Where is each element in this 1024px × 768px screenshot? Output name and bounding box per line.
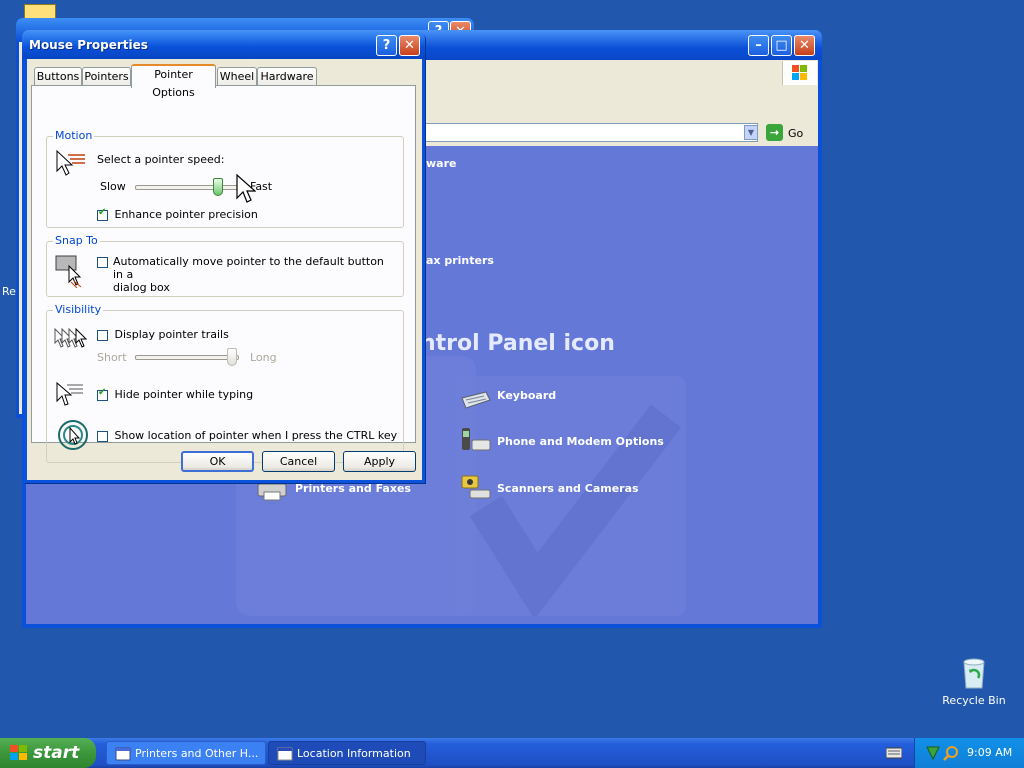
snap-to-checkbox[interactable] (97, 257, 108, 268)
ok-button[interactable]: OK (181, 451, 254, 472)
dialog-close-button[interactable]: ✕ (399, 35, 420, 56)
dialog-titlebar[interactable]: Mouse Properties ? ✕ (24, 32, 425, 59)
pointer-trails-option[interactable]: Display pointer trails (97, 328, 229, 342)
network-tray-icon[interactable] (925, 745, 941, 761)
start-button[interactable]: start (0, 738, 96, 768)
cp-partial-item-printers[interactable]: ax printers (426, 254, 494, 267)
windows-flag-icon (782, 61, 817, 85)
close-button[interactable]: ✕ (794, 35, 815, 56)
go-arrow-icon: → (766, 124, 783, 141)
speed-slider-thumb[interactable] (213, 178, 223, 196)
scanner-icon (461, 475, 491, 499)
cp-item-label: Phone and Modem Options (497, 435, 664, 448)
speed-label: Select a pointer speed: (97, 153, 225, 166)
pointer-speed-slider[interactable] (135, 178, 239, 200)
task-label: Location Information (297, 747, 411, 760)
snap-to-group: Snap To Automatically move pointer to th… (46, 234, 404, 297)
mouse-cursor-icon (236, 174, 256, 203)
keyboard-language-icon[interactable] (886, 746, 902, 760)
address-dropdown-button[interactable]: ▼ (744, 125, 758, 140)
hide-pointer-option[interactable]: Hide pointer while typing (97, 387, 254, 402)
minimize-button[interactable]: – (748, 35, 769, 56)
ctrl-locate-icon (58, 420, 88, 450)
enhance-precision-option[interactable]: Enhance pointer precision (97, 207, 258, 222)
short-label: Short (97, 351, 127, 364)
pointer-trails-label: Display pointer trails (114, 328, 229, 341)
dialog-body: Buttons Pointers Pointer Options Wheel H… (27, 59, 422, 480)
start-label: start (33, 743, 80, 763)
visibility-group: Visibility Display pointer trails Short … (46, 303, 404, 463)
cp-item-label: Keyboard (497, 389, 557, 402)
pointer-trails-slider[interactable] (135, 348, 239, 370)
ctrl-locate-checkbox[interactable] (97, 430, 108, 442)
snap-to-option[interactable]: Automatically move pointer to the defaul… (97, 255, 397, 294)
pointer-options-panel: Motion Select a pointer speed: Slow Fast (31, 85, 416, 463)
go-label: Go (788, 127, 804, 140)
cp-item-label: Scanners and Cameras (497, 482, 639, 495)
address-input[interactable] (422, 123, 758, 142)
visibility-group-label: Visibility (53, 303, 104, 316)
tab-pointers[interactable]: Pointers (82, 67, 131, 86)
taskbar: start Printers and Other H... Location I… (0, 738, 1024, 768)
pointer-trails-icon (54, 327, 87, 348)
snap-to-group-label: Snap To (53, 234, 100, 247)
tab-pointer-options[interactable]: Pointer Options (131, 64, 216, 99)
cancel-button[interactable]: Cancel (262, 451, 335, 472)
desktop-clipped-label: Re (2, 285, 16, 298)
system-tray: 9:09 AM (914, 738, 1024, 768)
folder-window-icon (115, 747, 131, 761)
mouse-properties-dialog[interactable]: Mouse Properties ? ✕ Buttons Pointers Po… (24, 32, 425, 483)
recycle-bin[interactable]: Recycle Bin (939, 656, 1009, 707)
help-button[interactable]: ? (376, 35, 397, 56)
task-label: Printers and Other H... (135, 747, 259, 760)
recycle-bin-icon (963, 658, 985, 689)
speed-slider-track (135, 185, 239, 190)
enhance-precision-label: Enhance pointer precision (114, 208, 258, 221)
dialog-title: Mouse Properties (29, 38, 148, 52)
pointer-trails-checkbox[interactable] (97, 329, 108, 341)
task-location-information[interactable]: Location Information (268, 741, 426, 765)
ctrl-locate-label: Show location of pointer when I press th… (114, 429, 398, 442)
keyboard-icon (461, 391, 491, 409)
tab-buttons[interactable]: Buttons (34, 67, 82, 86)
enhance-precision-checkbox[interactable] (97, 207, 108, 221)
snap-to-label-line2: dialog box (113, 281, 170, 294)
snap-to-label-line1: Automatically move pointer to the defaul… (113, 255, 384, 281)
phone-icon (462, 428, 491, 451)
cp-item-keyboard[interactable]: Keyboard (460, 382, 680, 412)
window-icon (277, 747, 293, 761)
motion-group-label: Motion (53, 129, 95, 142)
hide-pointer-label: Hide pointer while typing (114, 388, 254, 401)
ctrl-locate-option[interactable]: Show location of pointer when I press th… (97, 429, 397, 443)
apply-button[interactable]: Apply (343, 451, 416, 472)
tab-hardware[interactable]: Hardware (257, 67, 317, 86)
long-label: Long (250, 351, 277, 364)
recycle-bin-label: Recycle Bin (942, 694, 1006, 707)
cp-item-phone-modem[interactable]: Phone and Modem Options (460, 426, 700, 458)
slow-label: Slow (100, 180, 126, 193)
trails-slider-thumb[interactable] (227, 348, 237, 366)
pointer-speed-icon (56, 149, 85, 176)
pick-icon-heading: ntrol Panel icon (420, 331, 615, 356)
tab-wheel[interactable]: Wheel (217, 67, 257, 86)
cp-item-scanners-cameras[interactable]: Scanners and Cameras (460, 472, 680, 504)
cp-item-label: Printers and Faxes (295, 482, 411, 495)
windows-logo-icon (10, 745, 27, 760)
go-button[interactable]: → Go (766, 123, 814, 143)
cp-partial-item-hardware[interactable]: ware (426, 157, 456, 170)
task-printers-and-other[interactable]: Printers and Other H... (106, 741, 266, 765)
hide-pointer-icon (56, 381, 83, 406)
maximize-button[interactable]: □ (771, 35, 792, 56)
hide-pointer-checkbox[interactable] (97, 387, 108, 401)
motion-group: Motion Select a pointer speed: Slow Fast (46, 129, 404, 228)
snap-to-icon (55, 255, 82, 288)
search-tray-icon[interactable] (943, 745, 959, 761)
clock[interactable]: 9:09 AM (967, 746, 1012, 759)
trails-slider-track (135, 355, 239, 360)
